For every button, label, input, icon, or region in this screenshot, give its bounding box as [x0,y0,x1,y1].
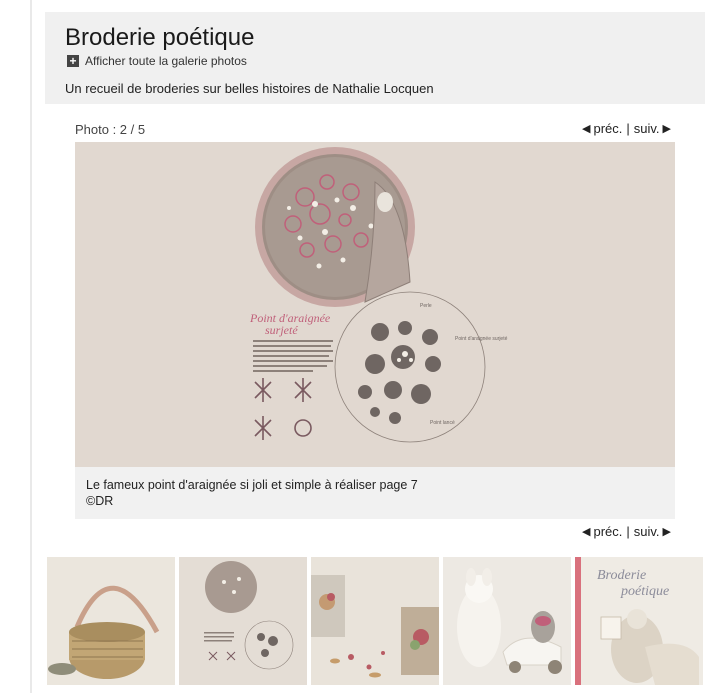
page-left-rule [30,0,32,693]
pager-separator: | [626,524,630,539]
gallery-subtitle: Un recueil de broderies sur belles histo… [65,81,434,96]
show-gallery-link[interactable]: + Afficher toute la galerie photos [67,54,247,68]
main-photo[interactable]: Point d'araignée surjeté Perle Point d'a… [75,142,675,467]
pager-top: ◀ préc. | suiv. ▶ [579,121,674,136]
book-title-line2: poétique [620,584,669,599]
prev-link[interactable]: préc. [593,524,622,539]
next-link[interactable]: suiv. [634,524,660,539]
next-arrow-icon[interactable]: ▶ [663,122,671,135]
page-title: Broderie poétique [65,24,255,51]
thumbnail-spider-stitch[interactable] [179,557,307,685]
caption-text: Le fameux point d'araignée si joli et si… [86,478,418,492]
spider-stitch-illustration: Point d'araignée surjeté Perle Point d'a… [75,142,675,467]
show-gallery-label[interactable]: Afficher toute la galerie photos [85,54,247,68]
photo-credit: ©DR [86,494,114,508]
photo-label-spider: Point d'araignée surjeté [455,336,508,342]
photo-caption: Le fameux point d'araignée si joli et si… [75,467,675,519]
thumbnail-embroidered-notebook[interactable] [311,557,439,685]
next-link[interactable]: suiv. [634,121,660,136]
gallery-header: Broderie poétique + Afficher toute la ga… [45,12,705,104]
thumbnail-book-cover[interactable]: Broderie poétique [575,557,703,685]
prev-arrow-icon[interactable]: ◀ [582,525,590,538]
prev-arrow-icon[interactable]: ◀ [582,122,590,135]
prev-link[interactable]: préc. [593,121,622,136]
book-title-line1: Broderie [597,568,646,583]
thumbnail-toys[interactable] [443,557,571,685]
photo-label-perle: Perle [420,303,432,309]
photo-heading-line2: surjeté [265,323,298,337]
photo-label-lance: Point lancé [430,420,455,426]
thumbnail-basket-bag[interactable] [47,557,175,685]
pager-separator: | [626,121,630,136]
photo-counter: Photo : 2 / 5 [75,122,146,137]
next-arrow-icon[interactable]: ▶ [663,525,671,538]
thumbnail-strip: Broderie poétique [47,557,705,685]
plus-icon: + [67,55,79,67]
pager-bottom: ◀ préc. | suiv. ▶ [579,524,674,539]
